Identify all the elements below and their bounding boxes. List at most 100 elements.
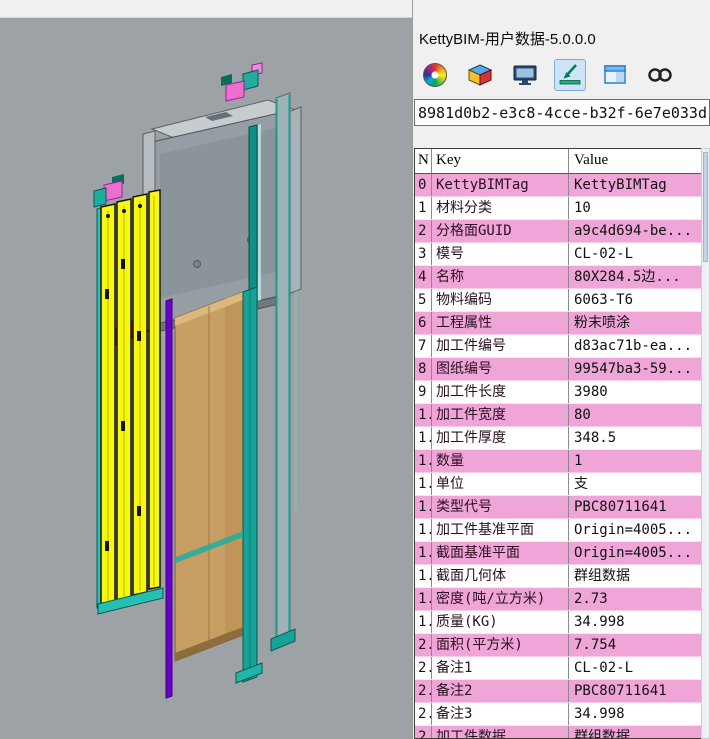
row-key: 图纸编号 — [432, 358, 569, 380]
row-key: 备注2 — [432, 680, 569, 702]
row-index: 1. — [415, 496, 432, 518]
table-row[interactable]: 0 KettyBIMTag KettyBIMTag — [415, 174, 701, 197]
row-value: CL-02-L — [569, 657, 701, 679]
row-index: 7 — [415, 335, 432, 357]
table-row[interactable]: 1. 质量(KG) 34.998 — [415, 611, 701, 634]
row-index: 1. — [415, 565, 432, 587]
row-value: 34.998 — [569, 611, 701, 633]
row-index: 2. — [415, 657, 432, 679]
table-row[interactable]: 1 材料分类 10 — [415, 197, 701, 220]
table-row[interactable]: 2. 面积(平方米) 7.754 — [415, 634, 701, 657]
table-row[interactable]: 1. 截面几何体 群组数据 — [415, 565, 701, 588]
row-value: a9c4d694-be... — [569, 220, 701, 242]
place-on-face-button[interactable] — [554, 59, 586, 91]
app-window: KettyBIM-用户数据-5.0.0.0 — [0, 0, 710, 739]
row-index: 1. — [415, 450, 432, 472]
row-key: 加工件长度 — [432, 381, 569, 403]
row-value: PBC80711641 — [569, 680, 701, 702]
table-row[interactable]: 3 模号 CL-02-L — [415, 243, 701, 266]
toolbar — [419, 57, 710, 93]
row-index: 1. — [415, 404, 432, 426]
row-value: 群组数据 — [569, 726, 701, 739]
table-row[interactable]: 1. 密度(吨/立方米) 2.73 — [415, 588, 701, 611]
row-index: 1 — [415, 197, 432, 219]
table-row[interactable]: 2 分格面GUID a9c4d694-be... — [415, 220, 701, 243]
row-value: 6063-T6 — [569, 289, 701, 311]
row-value: KettyBIMTag — [569, 174, 701, 196]
row-index: 2. — [415, 680, 432, 702]
row-key: 加工件基准平面 — [432, 519, 569, 541]
row-index: 9 — [415, 381, 432, 403]
row-key: 加工件厚度 — [432, 427, 569, 449]
right-top-connectors — [221, 63, 262, 101]
row-key: 名称 — [432, 266, 569, 288]
row-key: 材料分类 — [432, 197, 569, 219]
table-row[interactable]: 2. 备注1 CL-02-L — [415, 657, 701, 680]
table-row[interactable]: 2. 备注2 PBC80711641 — [415, 680, 701, 703]
viewport-3d[interactable] — [0, 17, 412, 739]
row-key: 加工件宽度 — [432, 404, 569, 426]
row-index: 1. — [415, 542, 432, 564]
model-cube-button[interactable] — [464, 59, 496, 91]
row-key: 截面基准平面 — [432, 542, 569, 564]
binoculars-button[interactable] — [644, 59, 676, 91]
row-index: 1. — [415, 611, 432, 633]
row-index: 6 — [415, 312, 432, 334]
row-index: 1. — [415, 473, 432, 495]
table-row[interactable]: 2. 备注3 34.998 — [415, 703, 701, 726]
row-key: 密度(吨/立方米) — [432, 588, 569, 610]
row-index: 0 — [415, 174, 432, 196]
row-value: PBC80711641 — [569, 496, 701, 518]
row-value: 1 — [569, 450, 701, 472]
yellow-mullions — [97, 190, 163, 614]
table-row[interactable]: 4 名称 80X284.5边... — [415, 266, 701, 289]
purple-rod — [166, 299, 172, 698]
table-row[interactable]: 5 物料编码 6063-T6 — [415, 289, 701, 312]
table-row[interactable]: 1. 加工件基准平面 Origin=4005... — [415, 519, 701, 542]
row-key: 数量 — [432, 450, 569, 472]
window-button[interactable] — [599, 59, 631, 91]
row-value: 7.754 — [569, 634, 701, 656]
color-wheel-button[interactable] — [419, 59, 451, 91]
table-row[interactable]: 1. 数量 1 — [415, 450, 701, 473]
row-key: 面积(平方米) — [432, 634, 569, 656]
monitor-button[interactable] — [509, 59, 541, 91]
row-value: 群组数据 — [569, 565, 701, 587]
row-index: 2 — [415, 220, 432, 242]
window-icon — [602, 62, 628, 88]
row-index: 2. — [415, 634, 432, 656]
row-index: 1. — [415, 519, 432, 541]
row-index: 1. — [415, 427, 432, 449]
row-value: 3980 — [569, 381, 701, 403]
table-scrollbar[interactable] — [701, 148, 710, 739]
table-row[interactable]: 8 图纸编号 99547ba3-59... — [415, 358, 701, 381]
row-key: 截面几何体 — [432, 565, 569, 587]
table-row[interactable]: 9 加工件长度 3980 — [415, 381, 701, 404]
row-key: 质量(KG) — [432, 611, 569, 633]
row-key: 类型代号 — [432, 496, 569, 518]
table-row[interactable]: 6 工程属性 粉末喷涂 — [415, 312, 701, 335]
row-index: 2. — [415, 726, 432, 739]
table-row[interactable]: 7 加工件编号 d83ac71b-ea... — [415, 335, 701, 358]
table-row[interactable]: 1. 单位 支 — [415, 473, 701, 496]
row-key: 模号 — [432, 243, 569, 265]
curtain-wall-model — [0, 18, 412, 739]
row-value: 支 — [569, 473, 701, 495]
tan-panel — [175, 292, 243, 661]
table-row[interactable]: 1. 截面基准平面 Origin=4005... — [415, 542, 701, 565]
table-row[interactable]: 1. 加工件宽度 80 — [415, 404, 701, 427]
row-key: 单位 — [432, 473, 569, 495]
table-row[interactable]: 2. 加工件数据 群组数据 — [415, 726, 701, 739]
table-header: N Key Value — [415, 149, 701, 174]
header-key: Key — [432, 149, 569, 173]
row-index: 1. — [415, 588, 432, 610]
guid-input[interactable] — [414, 99, 710, 126]
row-value: Origin=4005... — [569, 542, 701, 564]
scrollbar-thumb[interactable] — [703, 152, 708, 262]
row-key: 工程属性 — [432, 312, 569, 334]
row-value: 80 — [569, 404, 701, 426]
kettybim-user-data-panel: KettyBIM-用户数据-5.0.0.0 — [412, 0, 710, 739]
table-row[interactable]: 1. 加工件厚度 348.5 — [415, 427, 701, 450]
table-row[interactable]: 1. 类型代号 PBC80711641 — [415, 496, 701, 519]
row-key: KettyBIMTag — [432, 174, 569, 196]
